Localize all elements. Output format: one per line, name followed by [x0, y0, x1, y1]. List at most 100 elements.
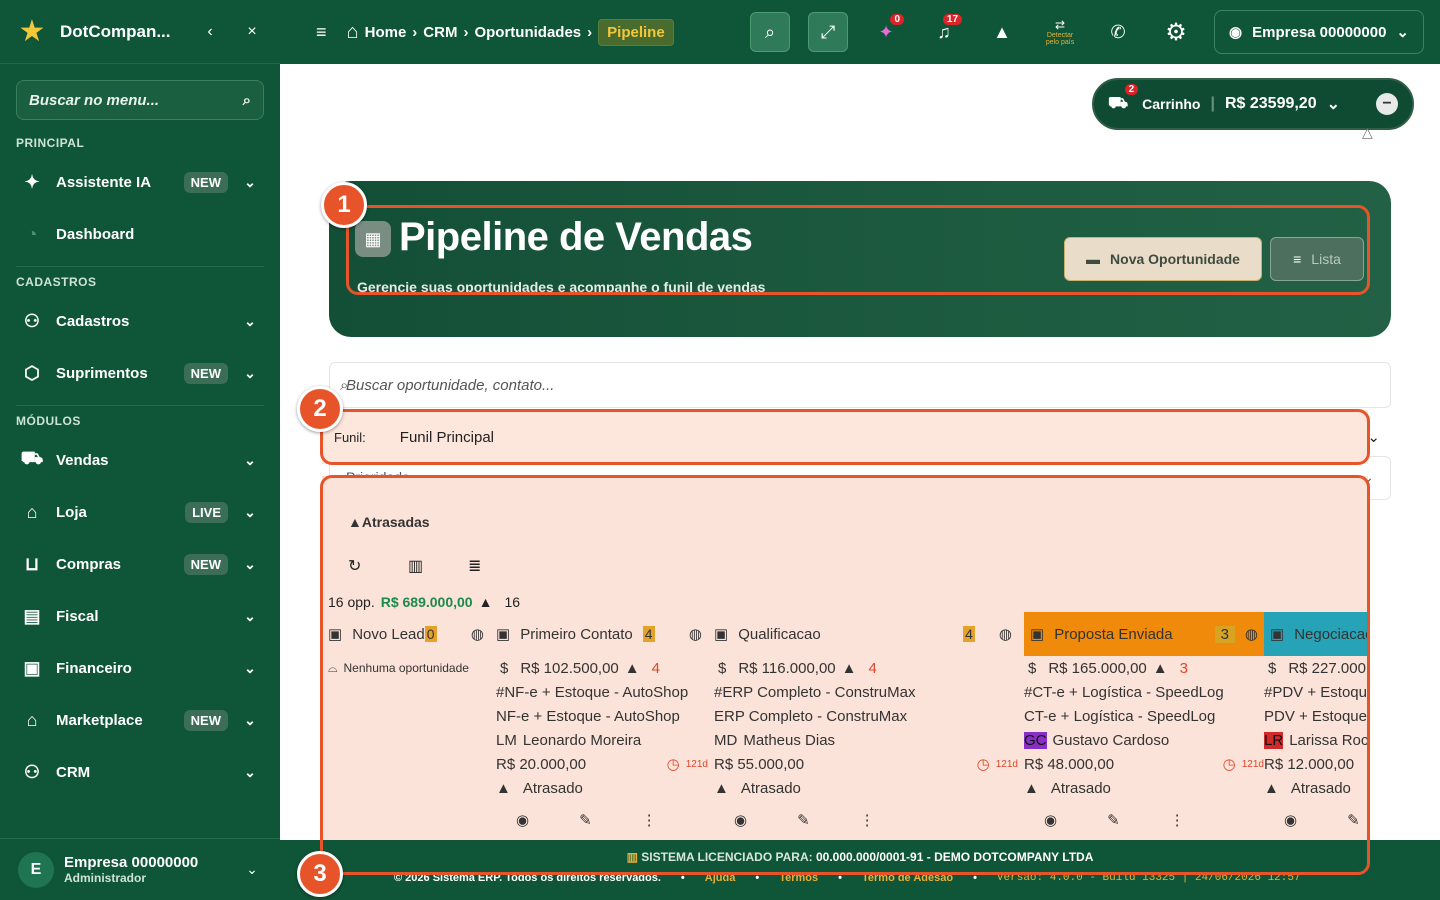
cart-amount: R$ 23599,20 [1224, 95, 1317, 112]
live-badge: LIVE [185, 501, 228, 523]
search-icon: ⌕ [242, 91, 251, 109]
sidebar-item-label: Suprimentos [56, 364, 148, 382]
section-modulos: MÓDULOS [16, 414, 81, 428]
sidebar-item-label: Fiscal [56, 607, 99, 625]
user-menu[interactable]: E Empresa 00000000 Administrador ⌄ [0, 838, 280, 900]
detect-country-icon[interactable]: ⇄ Detectar pelo país [1040, 12, 1080, 52]
cart-icon: ⛟ 2 [1108, 84, 1139, 114]
breadcrumb-separator: › [412, 23, 418, 41]
shop-icon: ⌂ [26, 709, 38, 730]
users-icon: ⚇ [23, 310, 41, 331]
sidebar-item-vendas[interactable]: ⛟ Vendas ⌄ [0, 434, 280, 486]
callout-box-2 [320, 409, 1370, 465]
home-icon[interactable]: ⌂ [347, 21, 359, 44]
sidebar-item-compras[interactable]: ⊔ Compras NEW ⌄ [0, 538, 280, 590]
receipt-icon: ▤ [23, 605, 41, 626]
sidebar-item-cadastros[interactable]: ⚇ Cadastros ⌄ [0, 295, 280, 347]
gauge-icon: ◔ [26, 223, 38, 244]
money-icon: ▣ [23, 657, 41, 678]
ai-count-badge: 0 [890, 14, 905, 25]
notification-bell-icon[interactable]: ♫ 17 [924, 12, 964, 52]
breadcrumb-crm[interactable]: CRM [423, 24, 457, 41]
sidebar-item-label: Compras [56, 555, 122, 573]
cart-count-badge: 2 [1124, 84, 1139, 95]
sidebar-item-label: Marketplace [56, 711, 143, 729]
sidebar-item-assistente-ia[interactable]: ✦ Assistente IA NEW ⌄ [0, 156, 280, 208]
chevron-down-icon: ⌄ [244, 364, 256, 381]
sidebar-item-crm[interactable]: ⚇ CRM ⌄ [0, 746, 280, 798]
star-logo-icon: ★ [18, 15, 46, 48]
collapse-icon[interactable]: ‹ [196, 23, 224, 41]
sidebar-item-label: Financeiro [56, 659, 132, 677]
bell-icon[interactable]: ▲ [982, 12, 1022, 52]
whatsapp-icon[interactable]: ✆ [1098, 12, 1138, 52]
notification-count-badge: 17 [942, 14, 963, 25]
sidebar-item-loja[interactable]: ⌂ Loja LIVE ⌄ [0, 486, 280, 538]
sidebar-item-label: Loja [56, 503, 87, 521]
callout-number-2: 2 [297, 386, 343, 432]
avatar: E [18, 851, 54, 888]
search-icon[interactable]: ⌕ [750, 12, 791, 52]
section-principal: PRINCIPAL [16, 136, 85, 150]
chevron-down-icon[interactable]: ⌄ [1327, 94, 1340, 114]
new-badge: NEW [183, 171, 228, 193]
sidebar-item-label: Cadastros [56, 312, 130, 330]
opportunity-search-placeholder: Buscar oportunidade, contato... [346, 376, 555, 394]
chevron-down-icon: ⌄ [244, 607, 256, 624]
company-selector[interactable]: ◉ Empresa 00000000 ⌄ [1214, 10, 1424, 54]
menu-search-input[interactable]: Buscar no menu... ⌕ [16, 80, 264, 120]
sidebar-item-label: CRM [56, 763, 91, 781]
gear-icon[interactable]: ⚙ [1156, 12, 1196, 52]
chevron-down-icon: ⌄ [244, 555, 256, 572]
ai-sparkle-icon[interactable]: ✦ 0 [866, 12, 906, 52]
chevron-down-icon: ⌄ [244, 659, 256, 676]
breadcrumb-pipeline: Pipeline [598, 18, 674, 46]
sidebar-item-label: Dashboard [56, 225, 135, 243]
chevron-down-icon: ⌄ [246, 861, 258, 877]
minimize-icon[interactable]: − [1376, 93, 1398, 115]
close-icon[interactable]: × [238, 23, 266, 41]
section-cadastros: CADASTROS [16, 275, 97, 289]
menu-search-placeholder: Buscar no menu... [29, 91, 160, 109]
sidebar-item-dashboard[interactable]: ◔ Dashboard [0, 208, 280, 260]
callout-number-3: 3 [297, 851, 343, 897]
hamburger-icon[interactable]: ≡ [316, 22, 327, 43]
company-name: Empresa 00000000 [1252, 23, 1387, 41]
sidebar-item-suprimentos[interactable]: ⬡ Suprimentos NEW ⌄ [0, 347, 280, 399]
chevron-down-icon: ⌄ [244, 173, 256, 190]
sidebar-header: ★ DotCompan... ‹ × [0, 0, 280, 64]
breadcrumb-separator: › [463, 23, 469, 41]
user-role: Administrador [64, 871, 147, 885]
divider [16, 405, 264, 406]
breadcrumb-oportunidades[interactable]: Oportunidades [474, 24, 581, 41]
callout-box-1 [346, 205, 1370, 295]
chevron-down-icon: ⌄ [1396, 24, 1409, 41]
new-badge: NEW [183, 709, 228, 731]
divider [16, 266, 264, 267]
bell-outline-icon[interactable]: △ [1362, 124, 1373, 141]
cart-label: Carrinho [1142, 96, 1201, 112]
user-circle-icon: ◉ [1229, 24, 1243, 41]
sparkle-icon: ✦ [24, 171, 40, 192]
cart-widget[interactable]: ⛟ 2 Carrinho | R$ 23599,20 ⌄ − [1092, 78, 1414, 130]
separator: | [1210, 95, 1215, 112]
chevron-down-icon: ⌄ [244, 312, 256, 329]
brand-name: DotCompan... [60, 21, 171, 41]
sidebar-item-fiscal[interactable]: ▤ Fiscal ⌄ [0, 590, 280, 642]
store-icon: ⌂ [26, 501, 38, 522]
user-name: Empresa 00000000 [64, 854, 199, 871]
breadcrumb-home[interactable]: Home [365, 24, 407, 41]
search-icon: ⌕ [340, 376, 349, 394]
opportunity-search-input[interactable]: ⌕ Buscar oportunidade, contato... [329, 362, 1391, 408]
sidebar-item-marketplace[interactable]: ⌂ Marketplace NEW ⌄ [0, 694, 280, 746]
detect-country-label: Detectar pelo país [1045, 32, 1075, 46]
new-badge: NEW [183, 553, 228, 575]
sidebar-item-financeiro[interactable]: ▣ Financeiro ⌄ [0, 642, 280, 694]
chevron-down-icon: ⌄ [244, 711, 256, 728]
new-badge: NEW [183, 362, 228, 384]
users-icon: ⚇ [23, 761, 41, 782]
sidebar-item-label: Vendas [56, 451, 109, 469]
fullscreen-icon[interactable]: ⤢ [808, 12, 849, 52]
box-icon: ⬡ [24, 362, 40, 383]
callout-number-1: 1 [321, 182, 367, 228]
